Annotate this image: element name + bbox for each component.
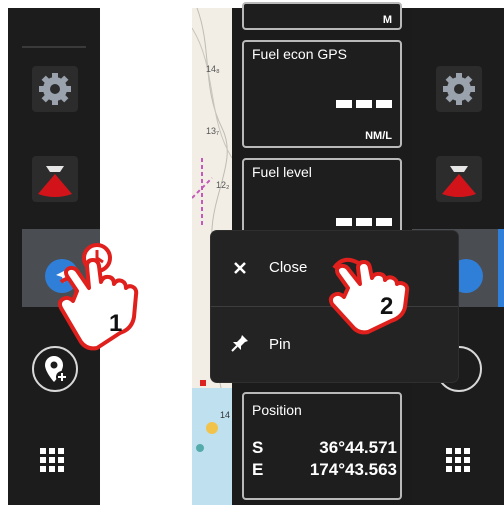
- sonar-button[interactable]: [436, 156, 482, 202]
- sonar-button[interactable]: [32, 156, 78, 202]
- step-number-1: 1: [109, 310, 123, 337]
- fuel-econ-box[interactable]: Fuel econ GPS NM/L: [242, 40, 402, 148]
- unit-label: M: [382, 14, 392, 26]
- depth-sounding: 14₈: [206, 64, 220, 74]
- data-title: Fuel econ GPS: [252, 46, 347, 62]
- close-label: Close: [269, 259, 308, 276]
- position-box[interactable]: Position S 36°44.571 E 174°43.563: [242, 392, 402, 500]
- data-box-top[interactable]: M: [242, 2, 402, 30]
- data-title: Fuel level: [252, 164, 312, 180]
- value-dashes: [336, 218, 392, 226]
- pin-label: Pin: [269, 336, 291, 353]
- close-icon: [234, 262, 246, 274]
- lon-direction: E: [252, 460, 264, 479]
- depth-sounding: 14: [220, 410, 231, 420]
- gear-icon: [443, 73, 475, 105]
- step-number-2: 2: [380, 293, 394, 320]
- gear-icon: [39, 73, 71, 105]
- settings-button[interactable]: [32, 66, 78, 112]
- sonar-icon: [38, 166, 72, 197]
- unit-label: NM/L: [365, 130, 392, 142]
- latitude-value: 36°44.571: [319, 438, 397, 457]
- depth-sounding: 13₇: [206, 126, 220, 136]
- value-dashes: [336, 100, 392, 108]
- long-press-hand-icon: [57, 243, 139, 351]
- sonar-icon: [442, 166, 476, 197]
- apps-grid-icon[interactable]: [40, 448, 68, 476]
- lat-direction: S: [252, 438, 264, 457]
- data-title: Position: [252, 402, 302, 418]
- pin-icon: [231, 335, 248, 352]
- latitude-row: S 36°44.571: [252, 438, 397, 458]
- longitude-value: 174°43.563: [309, 460, 397, 479]
- longitude-row: E 174°43.563: [252, 460, 397, 480]
- settings-button[interactable]: [436, 66, 482, 112]
- tap-hand-icon: [328, 257, 410, 335]
- apps-grid-icon[interactable]: [446, 448, 474, 476]
- selection-indicator: [498, 229, 504, 307]
- divider: [22, 46, 86, 48]
- depth-sounding: 12₂: [216, 180, 230, 190]
